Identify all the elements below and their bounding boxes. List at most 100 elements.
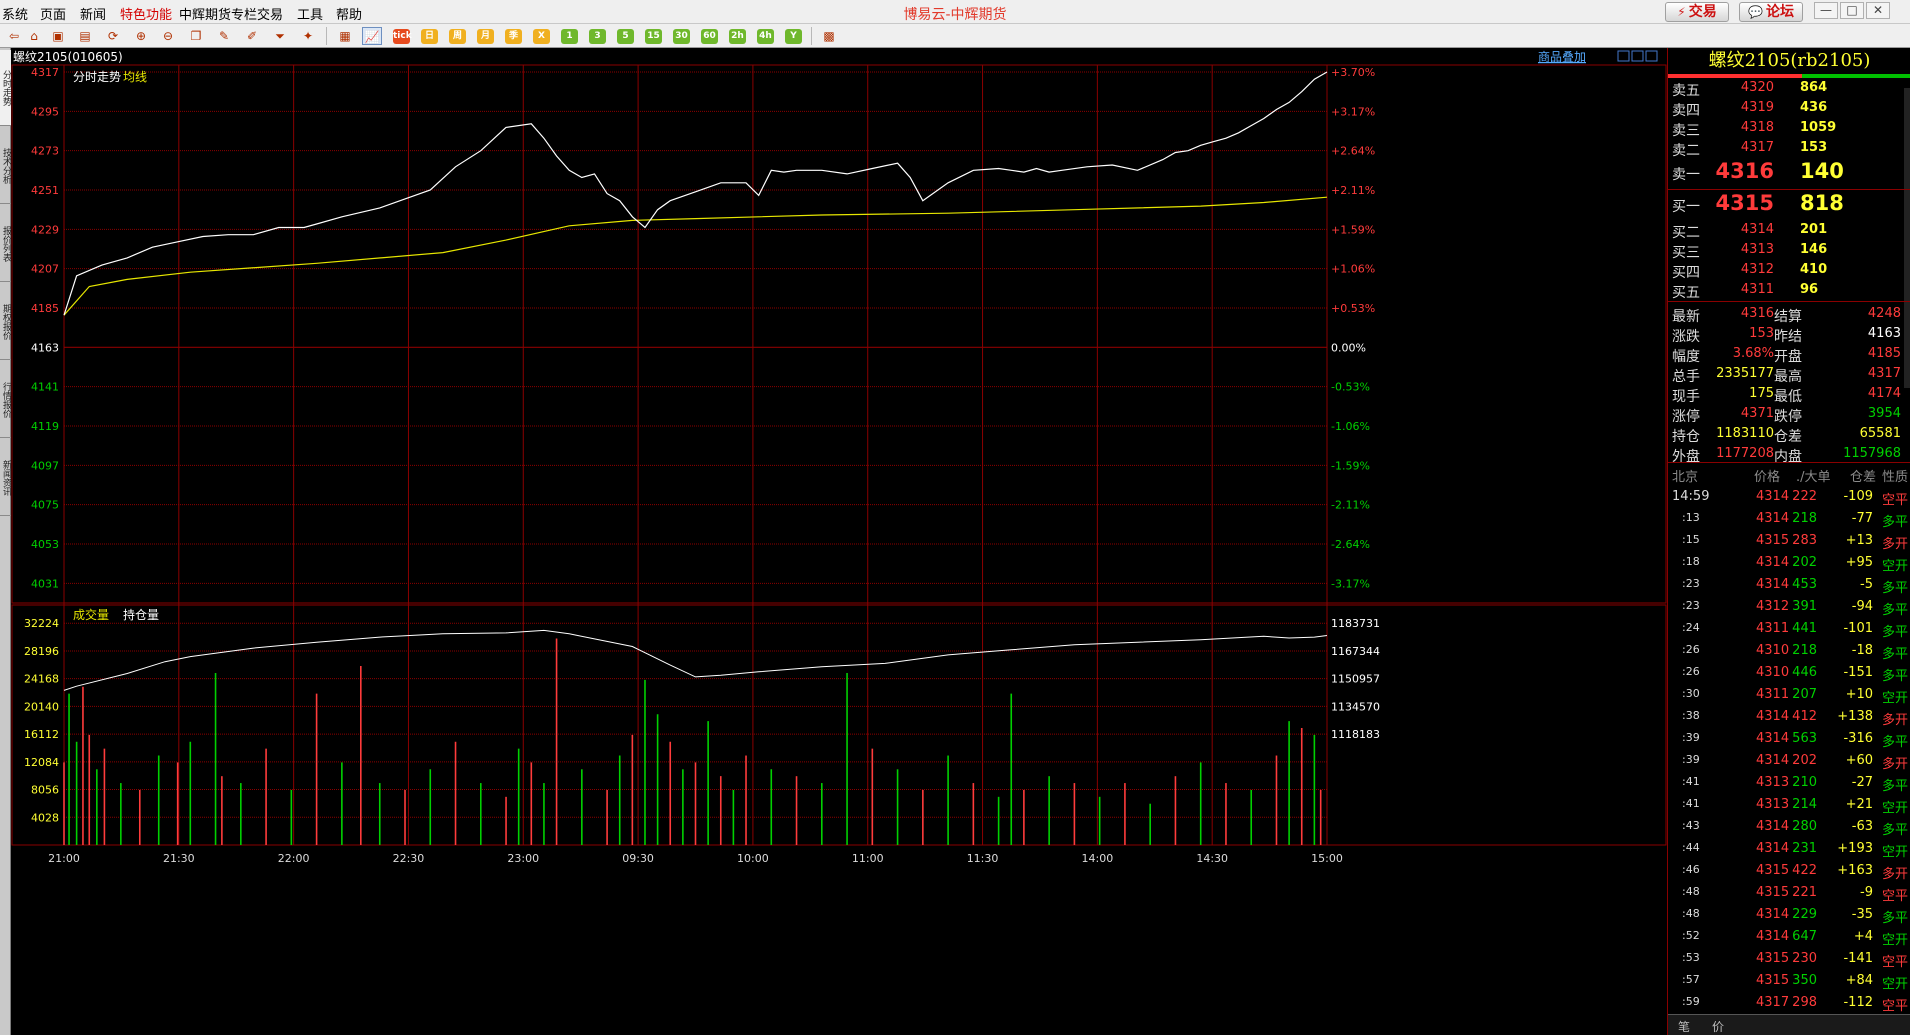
tick-row[interactable]: :23 4312 391 -94 多平 <box>1668 596 1910 618</box>
tick-row[interactable]: :53 4315 230 -141 空平 <box>1668 948 1910 970</box>
side-tab-minute[interactable]: 分时走势 <box>0 50 11 126</box>
menu-tools[interactable]: 工具 <box>297 4 323 23</box>
period-button-60m[interactable]: 60 <box>701 29 718 44</box>
trade-button[interactable]: ⚡ 交易 <box>1665 2 1729 22</box>
minimize-button[interactable]: — <box>1814 2 1838 19</box>
side-tab-options[interactable]: 期权报价 <box>0 284 11 360</box>
period-button-month[interactable]: 月 <box>477 29 494 44</box>
sparkle-icon[interactable]: ✦ <box>298 27 318 45</box>
ask-label: 卖四 <box>1672 103 1700 119</box>
bid-row[interactable]: 买二 4314 201 <box>1668 220 1910 241</box>
menu-broker-column[interactable]: 中辉期货专栏 <box>179 4 257 23</box>
tick-row[interactable]: :41 4313 214 +21 空开 <box>1668 794 1910 816</box>
forum-button[interactable]: 💬 论坛 <box>1739 2 1803 22</box>
bid-row[interactable]: 买四 4312 410 <box>1668 260 1910 281</box>
tick-row[interactable]: :46 4315 422 +163 多开 <box>1668 860 1910 882</box>
pen-icon[interactable]: ✎ <box>214 27 234 45</box>
tick-row[interactable]: :48 4314 229 -35 多平 <box>1668 904 1910 926</box>
instrument-title: 螺纹2105(010605) <box>13 50 123 64</box>
tick-row[interactable]: :59 4317 298 -112 空平 <box>1668 992 1910 1014</box>
zoom-out-icon[interactable]: ⊖ <box>158 27 178 45</box>
period-button-30m[interactable]: 30 <box>673 29 690 44</box>
percent-tick-label: 0.00% <box>1331 341 1366 354</box>
tick-row[interactable]: :48 4315 221 -9 空平 <box>1668 882 1910 904</box>
period-button-day[interactable]: 日 <box>421 29 438 44</box>
tick-row[interactable]: :26 4310 218 -18 多平 <box>1668 640 1910 662</box>
tick-header-volume: ./大单 <box>1796 470 1831 485</box>
bid-row[interactable]: 买三 4313 146 <box>1668 240 1910 261</box>
tick-row[interactable]: :15 4315 283 +13 多开 <box>1668 530 1910 552</box>
period-button-1m[interactable]: 1 <box>561 29 578 44</box>
side-tab-technical[interactable]: 技术分析 <box>0 128 11 204</box>
brush-icon[interactable]: ✐ <box>242 27 262 45</box>
tick-row[interactable]: :23 4314 453 -5 多平 <box>1668 574 1910 596</box>
intraday-chart[interactable]: 螺纹2105(010605) 商品叠加 分时走势 均线 成交量 持仓量 4317… <box>11 48 1667 1035</box>
refresh-icon[interactable]: ⟳ <box>103 27 123 45</box>
filter-icon[interactable]: ⏷ <box>270 27 290 45</box>
menu-help[interactable]: 帮助 <box>336 4 362 23</box>
tick-row[interactable]: :39 4314 202 +60 多开 <box>1668 750 1910 772</box>
period-button-4h[interactable]: 4h <box>757 29 774 44</box>
period-button-15m[interactable]: 15 <box>645 29 662 44</box>
toolbar-divider <box>326 27 327 45</box>
tick-row[interactable]: :26 4310 446 -151 多平 <box>1668 662 1910 684</box>
tick-volume: 412 <box>1792 709 1817 724</box>
zoom-in-icon[interactable]: ⊕ <box>131 27 151 45</box>
tick-row[interactable]: :52 4314 647 +4 空开 <box>1668 926 1910 948</box>
ask-row[interactable]: 卖五 4320 864 <box>1668 78 1910 99</box>
period-button-week[interactable]: 周 <box>449 29 466 44</box>
tick-row[interactable]: :57 4315 350 +84 空开 <box>1668 970 1910 992</box>
ask-row[interactable]: 卖四 4319 436 <box>1668 98 1910 119</box>
tick-row[interactable]: :13 4314 218 -77 多平 <box>1668 508 1910 530</box>
tab-trades[interactable]: 笔 <box>1678 1018 1690 1035</box>
home-icon[interactable]: ⌂ <box>24 27 44 45</box>
tick-row[interactable]: :44 4314 231 +193 空开 <box>1668 838 1910 860</box>
stats-row: 最新 4316 结算 4248 <box>1668 304 1910 325</box>
period-button-2h[interactable]: 2h <box>729 29 746 44</box>
menu-system[interactable]: 系统 <box>2 4 28 23</box>
tick-row[interactable]: :38 4314 412 +138 多开 <box>1668 706 1910 728</box>
side-tab-quote-list[interactable]: 报价列表 <box>0 206 11 282</box>
tick-time: :46 <box>1682 863 1700 876</box>
period-button-custom[interactable]: X <box>533 29 550 44</box>
menu-news[interactable]: 新闻 <box>80 4 106 23</box>
tick-row[interactable]: 14:59 4314 222 -109 空平 <box>1668 486 1910 508</box>
tick-row[interactable]: :41 4313 210 -27 多平 <box>1668 772 1910 794</box>
side-tab-market[interactable]: 行情报价 <box>0 362 11 438</box>
tick-row[interactable]: :30 4311 207 +10 空开 <box>1668 684 1910 706</box>
period-button-year[interactable]: Y <box>785 29 802 44</box>
tick-row[interactable]: :43 4314 280 -63 多平 <box>1668 816 1910 838</box>
stack-icon[interactable]: ❐ <box>186 27 206 45</box>
back-arrow-icon[interactable]: ⇦ <box>4 27 24 45</box>
table-icon[interactable]: ▦ <box>335 27 355 45</box>
menu-features[interactable]: 特色功能 <box>120 4 172 23</box>
menu-trade[interactable]: 交易 <box>257 4 283 23</box>
period-button-3m[interactable]: 3 <box>589 29 606 44</box>
calculator-icon[interactable]: ▩ <box>819 27 839 45</box>
side-tab-news[interactable]: 新闻资讯 <box>0 440 11 516</box>
tick-row[interactable]: :24 4311 441 -101 多平 <box>1668 618 1910 640</box>
forum-button-label: 论坛 <box>1765 4 1794 20</box>
folder-icon[interactable]: ▣ <box>48 27 68 45</box>
trend-chart-icon[interactable]: 📈 <box>362 27 382 45</box>
avg-line-label: 均线 <box>123 70 147 84</box>
period-button-tick[interactable]: tick <box>393 29 412 44</box>
menu-page[interactable]: 页面 <box>40 4 66 23</box>
ask-row[interactable]: 卖二 4317 153 <box>1668 138 1910 159</box>
tick-type: 多平 <box>1882 581 1909 596</box>
period-button-5m[interactable]: 5 <box>617 29 634 44</box>
period-button-quarter[interactable]: 季 <box>505 29 522 44</box>
maximize-button[interactable]: □ <box>1840 2 1864 19</box>
tab-prices[interactable]: 价 <box>1712 1018 1724 1035</box>
close-button[interactable]: ✕ <box>1866 2 1890 19</box>
ask-row-best[interactable]: 卖一 4316 140 <box>1668 159 1910 188</box>
chart-background <box>11 48 1667 1035</box>
bid-row-best[interactable]: 买一 4315 818 <box>1668 191 1910 220</box>
bid-row[interactable]: 买五 4311 96 <box>1668 280 1910 301</box>
ask-row[interactable]: 卖三 4318 1059 <box>1668 118 1910 139</box>
tick-row[interactable]: :18 4314 202 +95 空开 <box>1668 552 1910 574</box>
tick-row[interactable]: :39 4314 563 -316 多平 <box>1668 728 1910 750</box>
quote-panel: 螺纹2105(rb2105) 卖五 4320 864 卖四 4319 436 卖三 431… <box>1667 48 1910 1035</box>
window-icon[interactable]: ▤ <box>75 27 95 45</box>
overlay-link[interactable]: 商品叠加 <box>1538 49 1586 64</box>
